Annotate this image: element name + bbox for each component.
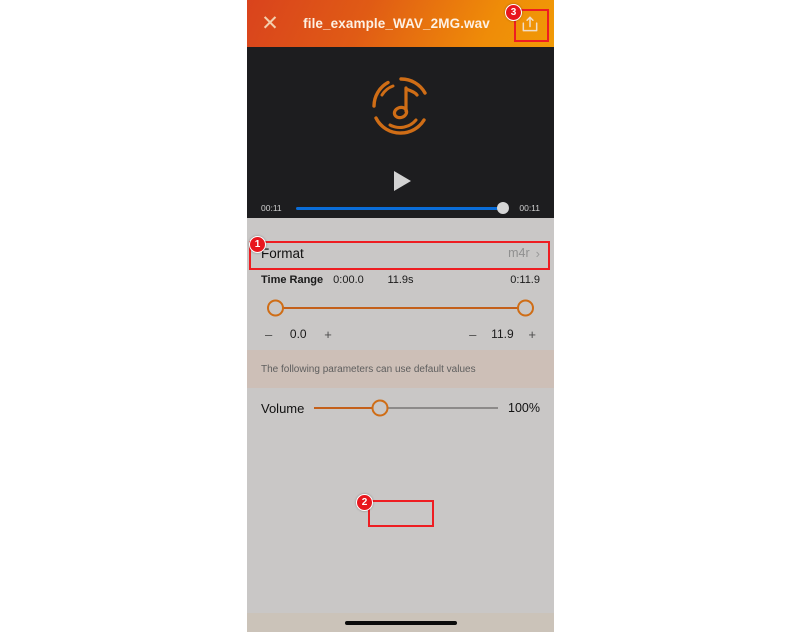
scrubber-slider[interactable] xyxy=(296,202,509,214)
settings-panel: Format m4r › Time Range 0:00.0 11.9s 0:1… xyxy=(247,218,554,632)
time-range-label: Time Range xyxy=(261,274,324,286)
file-title: file_example_WAV_2MG.wav xyxy=(303,16,490,31)
chevron-right-icon: › xyxy=(535,245,540,261)
end-plus-button[interactable]: + xyxy=(528,327,536,342)
steppers-row: – 0.0 + – 11.9 + xyxy=(247,322,554,346)
close-icon[interactable]: ✕ xyxy=(247,0,293,47)
annotation-badge-1: 1 xyxy=(249,236,266,253)
total-time: 00:11 xyxy=(519,203,540,213)
format-value-group: m4r › xyxy=(508,246,540,261)
end-stepper: – 11.9 + xyxy=(469,327,536,342)
screenshot-stage: ✕ file_example_WAV_2MG.wav 00:11 00:11 F… xyxy=(0,0,800,632)
annotation-badge-2: 2 xyxy=(356,494,373,511)
scrubber-knob[interactable] xyxy=(497,202,509,214)
volume-value: 100% xyxy=(508,401,540,415)
time-range-end: 0:11.9 xyxy=(510,274,540,286)
player-area: 00:11 00:11 xyxy=(247,47,554,218)
home-indicator xyxy=(344,621,457,625)
format-value: m4r xyxy=(508,246,530,260)
range-track xyxy=(276,307,525,309)
start-minus-button[interactable]: – xyxy=(265,327,272,342)
play-icon xyxy=(394,171,411,191)
time-range-start: 0:00.0 xyxy=(333,274,364,286)
range-knob-start[interactable] xyxy=(267,299,284,317)
range-knob-end[interactable] xyxy=(517,299,534,317)
volume-row: Volume 100% xyxy=(247,395,554,421)
volume-label: Volume xyxy=(261,400,305,416)
volume-fill xyxy=(314,407,381,409)
default-values-notice: The following parameters can use default… xyxy=(247,350,554,388)
scrubber-row: 00:11 00:11 xyxy=(247,198,554,218)
time-range-duration: 11.9s xyxy=(387,274,414,286)
volume-knob[interactable] xyxy=(371,399,389,417)
start-plus-button[interactable]: + xyxy=(324,327,332,342)
end-minus-button[interactable]: – xyxy=(469,327,476,342)
start-stepper: – 0.0 + xyxy=(265,327,332,342)
volume-remainder xyxy=(380,407,499,409)
format-row[interactable]: Format m4r › xyxy=(247,238,554,268)
start-value: 0.0 xyxy=(289,327,307,341)
end-value: 11.9 xyxy=(491,327,514,341)
time-range-row: Time Range 0:00.0 11.9s 0:11.9 xyxy=(247,269,554,291)
volume-slider[interactable] xyxy=(314,399,499,417)
current-time: 00:11 xyxy=(261,203,282,213)
time-range-slider[interactable] xyxy=(267,297,534,319)
phone-frame: ✕ file_example_WAV_2MG.wav 00:11 00:11 F… xyxy=(247,0,554,632)
annotation-badge-3: 3 xyxy=(505,4,522,21)
format-label: Format xyxy=(261,245,304,261)
music-disc-icon xyxy=(368,73,434,139)
play-button[interactable] xyxy=(247,164,554,198)
